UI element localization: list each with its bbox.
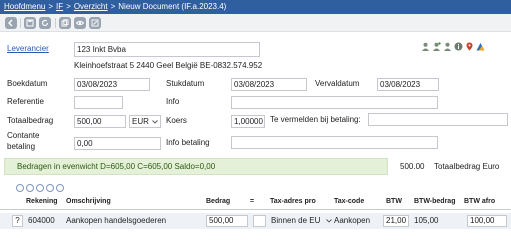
col-omschrijving[interactable]: Omschrijving (66, 198, 111, 205)
edit-icon (91, 19, 99, 27)
leverancier-field[interactable]: 123 Inkt Bvba (74, 42, 260, 57)
breadcrumb-separator: > (48, 2, 54, 11)
currency-value: EUR (132, 117, 149, 126)
referentie-label: Referentie (7, 97, 44, 106)
info-betaling-label: Info betaling (166, 138, 210, 147)
preview-button[interactable] (74, 17, 86, 29)
koers-label: Koers (166, 116, 187, 125)
rekening-cell[interactable]: 604000 (28, 215, 55, 226)
info-betaling-field[interactable] (231, 136, 438, 149)
col-equals[interactable]: = (250, 198, 254, 205)
add-row-icon[interactable] (26, 184, 34, 192)
info-field[interactable] (231, 96, 438, 109)
col-bedrag[interactable]: Bedrag (206, 198, 230, 205)
breadcrumb-separator: > (110, 2, 116, 11)
grid-tools (16, 184, 64, 194)
breadcrumb-separator: > (66, 2, 71, 11)
te-vermelden-field[interactable] (368, 113, 508, 126)
col-btw-afro[interactable]: BTW afro (464, 198, 495, 205)
breadcrumb-if[interactable]: IF (56, 2, 63, 11)
refresh-icon (41, 19, 49, 27)
referentie-field[interactable] (74, 96, 123, 109)
chevron-down-icon[interactable] (326, 219, 332, 223)
back-icon (8, 19, 13, 27)
grid-header: Rekening Omschrijving Bedrag = Tax-adres… (0, 196, 511, 210)
koers-field[interactable]: 1,00000 (231, 115, 265, 128)
vervaldatum-field[interactable]: 03/08/2023 (377, 78, 439, 91)
copy-button[interactable] (59, 17, 71, 29)
supplier-actions (421, 42, 485, 54)
share-icon[interactable] (476, 42, 485, 51)
col-tax-adres[interactable]: Tax-adres pro (270, 198, 316, 205)
eye-icon (76, 20, 84, 26)
boekdatum-field[interactable]: 03/08/2023 (74, 78, 150, 91)
equals-checkbox[interactable] (253, 215, 266, 227)
totaalbedrag-field[interactable]: 500,00 (74, 115, 126, 128)
currency-select[interactable]: EUR (129, 115, 161, 128)
col-btw-bedrag[interactable]: BTW-bedrag (414, 198, 455, 205)
edit-button[interactable] (89, 17, 101, 29)
boekdatum-label: Boekdatum (7, 79, 48, 88)
remove-row-icon[interactable] (36, 184, 44, 192)
toolbar (0, 14, 511, 32)
btw-bedrag-cell[interactable]: 105,00 (414, 215, 438, 226)
table-row[interactable]: ? 604000 Aankopen handelsgoederen 500,00… (0, 213, 511, 229)
breadcrumb-overzicht[interactable]: Overzicht (74, 2, 108, 11)
balance-notice: Bedragen in evenwicht D=605,00 C=605,00 … (4, 158, 388, 175)
toolbar-divider (55, 18, 56, 28)
supplier-address: Kleinhoefstraat 5 2440 Geel België BE-08… (74, 61, 263, 70)
tax-code-cell[interactable]: Aankopen (334, 215, 370, 226)
vervaldatum-label: Vervaldatum (315, 79, 360, 88)
contact-add-icon[interactable] (421, 42, 430, 51)
breadcrumb: Hoofdmenu > IF > Overzicht > Nieuw Document (I… (0, 0, 511, 14)
refresh-button[interactable] (39, 17, 51, 29)
col-btw[interactable]: BTW (386, 198, 402, 205)
back-button[interactable] (5, 17, 17, 29)
stukdatum-label: Stukdatum (166, 79, 205, 88)
contante-label-line2: betaling (7, 142, 36, 151)
total-label: Totaalbedrag Euro (434, 162, 500, 171)
btw-afro-cell[interactable]: 100,00 (467, 215, 507, 227)
breadcrumb-current: Nieuw Document (IF.a.2023.4) (118, 2, 227, 11)
te-vermelden-label: Te vermelden bij betaling: (270, 115, 361, 124)
col-tax-code[interactable]: Tax-code (334, 198, 364, 205)
delete-icon[interactable] (46, 184, 54, 192)
contante-field[interactable]: 0,00 (74, 137, 161, 150)
save-icon (26, 19, 34, 27)
col-rekening[interactable]: Rekening (26, 198, 58, 205)
bedrag-cell[interactable]: 500,00 (206, 215, 248, 227)
map-icon[interactable] (465, 42, 474, 51)
copy-row-icon[interactable] (56, 184, 64, 192)
help-button[interactable]: ? (12, 215, 23, 227)
totaalbedrag-label: Totaalbedrag (7, 116, 54, 125)
toolbar-divider (20, 18, 21, 28)
contact-edit-icon[interactable] (432, 42, 441, 51)
contact-settings-icon[interactable] (443, 42, 452, 51)
breadcrumb-hoofdmenu[interactable]: Hoofdmenu (4, 2, 45, 11)
save-button[interactable] (24, 17, 36, 29)
copy-icon (61, 19, 69, 27)
chevron-down-icon (152, 120, 158, 124)
total-amount: 500.00 (400, 162, 425, 171)
omschrijving-cell[interactable]: Aankopen handelsgoederen (66, 215, 166, 226)
settings-icon[interactable] (16, 184, 24, 192)
info-label: Info (166, 97, 180, 106)
leverancier-link[interactable]: Leverancier (7, 44, 49, 54)
info-icon[interactable] (454, 42, 463, 51)
stukdatum-field[interactable]: 03/08/2023 (231, 78, 307, 91)
contante-label-line1: Contante (7, 131, 40, 140)
tax-adres-cell[interactable]: Binnen de EU (271, 215, 320, 226)
btw-cell[interactable]: 21,00 (383, 215, 409, 227)
